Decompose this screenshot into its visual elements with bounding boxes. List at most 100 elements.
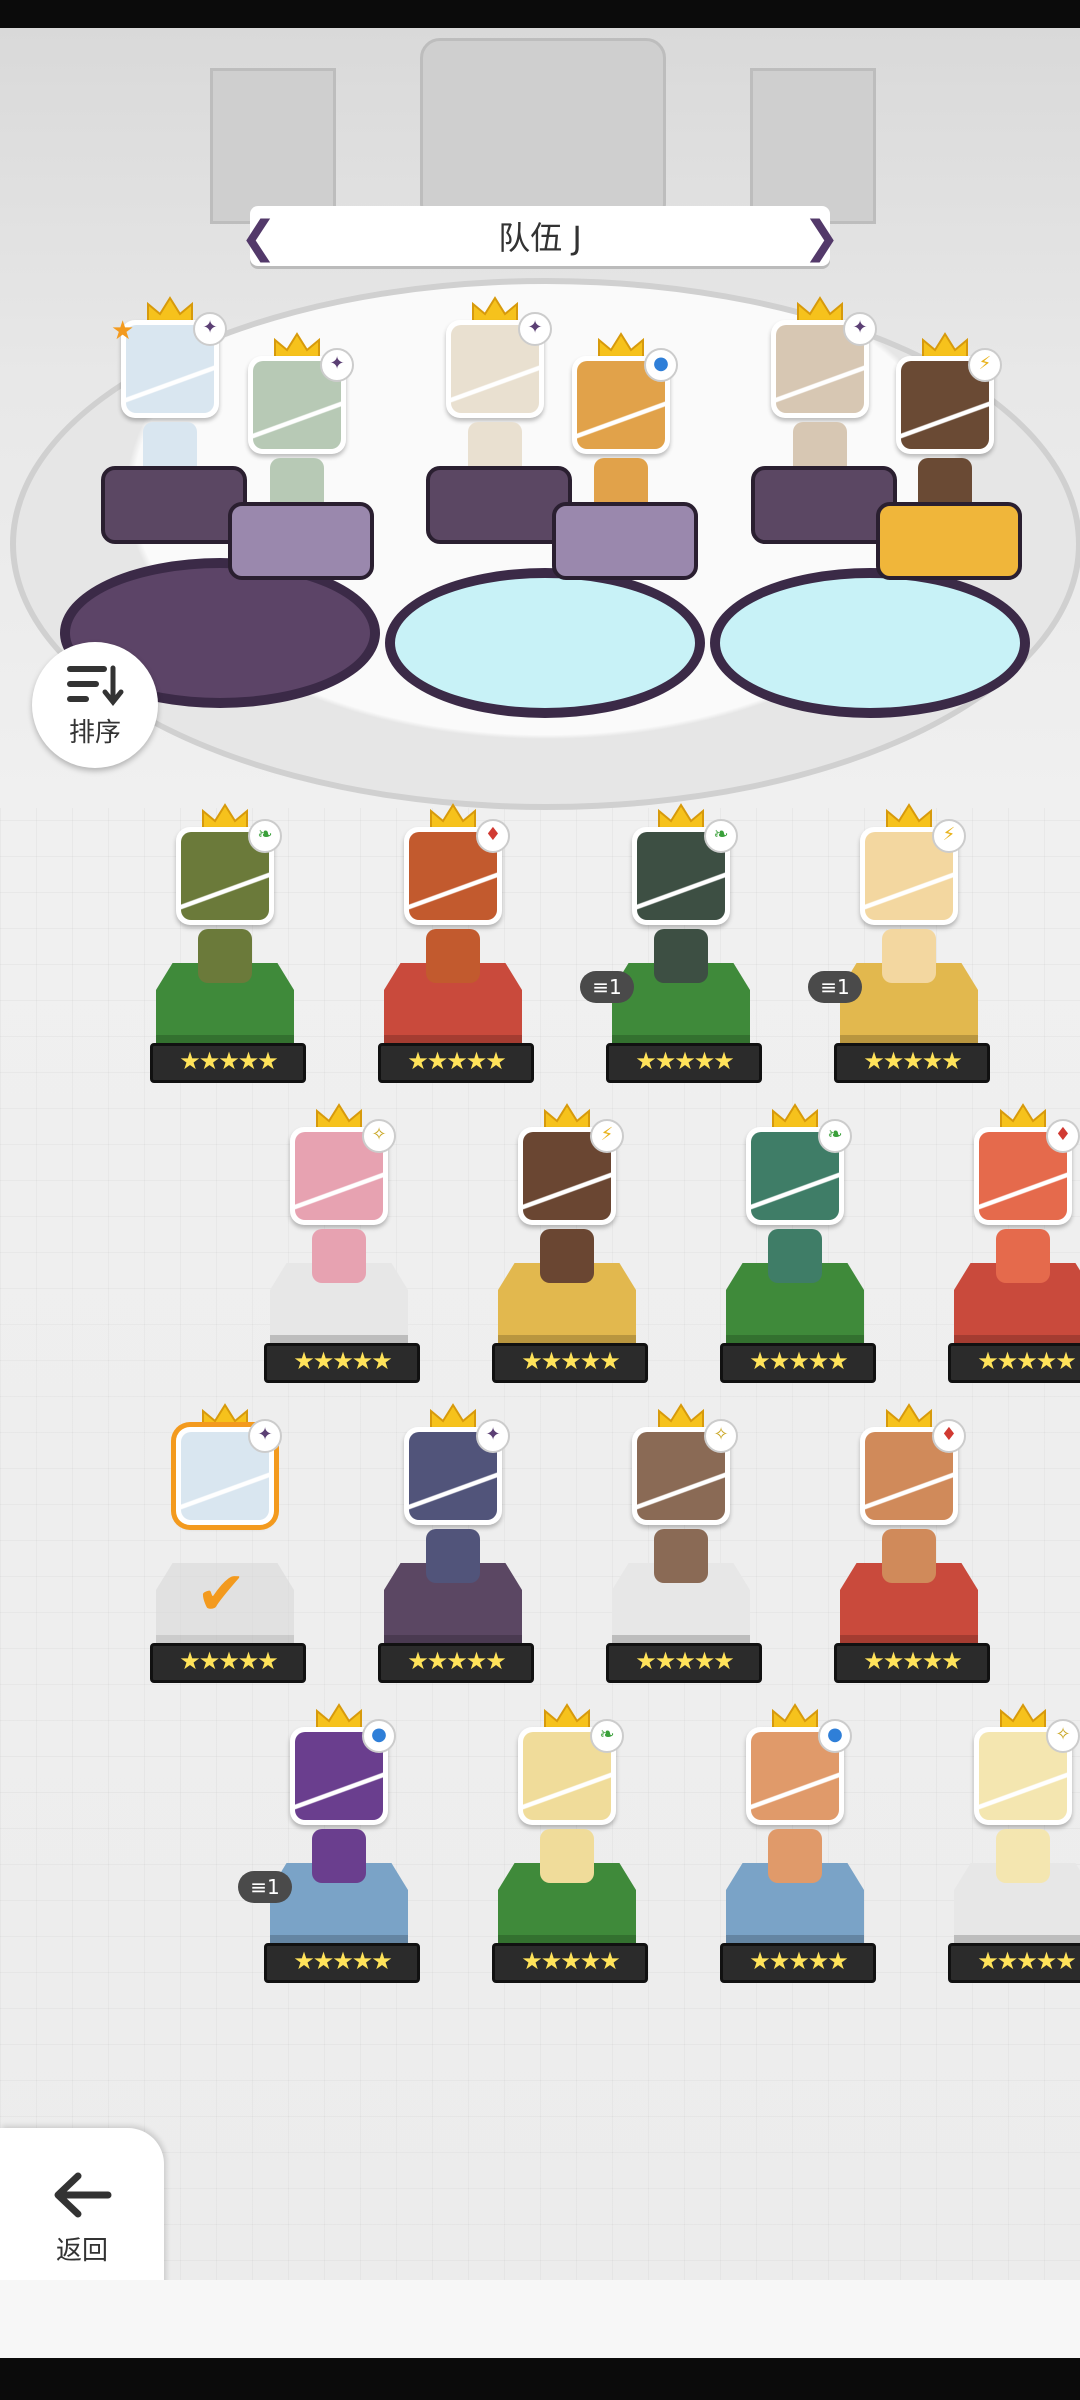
roster-portrait[interactable]: ⚡ xyxy=(860,819,966,925)
star-rating: ★★★★★ xyxy=(264,1943,420,1983)
roster-portrait[interactable]: ✧ xyxy=(974,1719,1080,1825)
roster-portrait[interactable]: ✦ xyxy=(176,1419,282,1525)
star-rating: ★★★★★ xyxy=(606,1643,762,1683)
roster-character[interactable]: ♦ ★★★★★ xyxy=(948,1103,1080,1403)
star-rating: ★★★★★ xyxy=(720,1343,876,1383)
water-element-icon: ● xyxy=(362,1719,396,1753)
star-rating: ★★★★★ xyxy=(492,1943,648,1983)
roster-character[interactable]: ❧ ★★★★★ xyxy=(150,803,306,1103)
chevron-right-icon[interactable]: ❯ xyxy=(803,212,840,263)
checkmark-icon: ✔ xyxy=(196,1559,247,1629)
arena-throne xyxy=(420,38,666,224)
dark-element-icon: ✦ xyxy=(248,1419,282,1453)
roster-portrait[interactable]: ♦ xyxy=(974,1119,1080,1225)
roster-portrait[interactable]: ✧ xyxy=(632,1419,738,1525)
team-member-portrait[interactable]: ● xyxy=(572,348,678,454)
roster-portrait[interactable]: ♦ xyxy=(404,819,510,925)
chevron-left-icon[interactable]: ❮ xyxy=(240,212,277,263)
team-member-portrait[interactable]: ✦ xyxy=(771,312,877,418)
character-sprite xyxy=(540,1229,594,1283)
character-sprite xyxy=(996,1229,1050,1283)
arrow-left-icon xyxy=(54,2172,112,2217)
team-pedestal xyxy=(228,502,374,580)
sort-button[interactable]: 排序 xyxy=(32,642,158,768)
roster-character[interactable]: ✦ ★★★★★ xyxy=(378,1403,534,1703)
team-member-portrait[interactable]: ✦ xyxy=(446,312,552,418)
roster-character[interactable]: ♦ ★★★★★ xyxy=(834,1403,990,1703)
roster-portrait[interactable]: ● xyxy=(290,1719,396,1825)
character-sprite xyxy=(768,1829,822,1883)
roster-portrait[interactable]: ♦ xyxy=(860,1419,966,1525)
fire-element-icon: ♦ xyxy=(932,1419,966,1453)
character-sprite xyxy=(654,929,708,983)
leader-star-icon: ★ xyxy=(111,316,135,346)
character-sprite xyxy=(312,1229,366,1283)
roster-portrait[interactable]: ✦ xyxy=(404,1419,510,1525)
team-pedestal xyxy=(876,502,1022,580)
roster-character[interactable]: ❧ ★★★★★ xyxy=(492,1703,648,2003)
arena-pillar-left xyxy=(210,68,336,224)
roster-portrait[interactable]: ✧ xyxy=(290,1119,396,1225)
team-member-portrait[interactable]: ⚡ xyxy=(896,348,1002,454)
roster-character[interactable]: ● ★★★★★ xyxy=(720,1703,876,2003)
star-rating: ★★★★★ xyxy=(834,1643,990,1683)
roster-portrait[interactable]: ❧ xyxy=(176,819,282,925)
team-pedestal xyxy=(552,502,698,580)
roster-character[interactable]: ❧ ★★★★★ xyxy=(720,1103,876,1403)
team-title: 队伍 J xyxy=(498,219,582,257)
star-rating: ★★★★★ xyxy=(150,1043,306,1083)
wind-element-icon: ❧ xyxy=(590,1719,624,1753)
dark-element-icon: ✦ xyxy=(320,348,354,382)
star-rating: ★★★★★ xyxy=(264,1343,420,1383)
star-rating: ★★★★★ xyxy=(606,1043,762,1083)
duplicate-count-badge: ≡1 xyxy=(238,1871,292,1903)
fire-element-icon: ♦ xyxy=(476,819,510,853)
roster-character[interactable]: ⚡ ★★★★★ ≡1 xyxy=(808,803,990,1103)
bottom-bar xyxy=(0,2280,1080,2358)
roster-portrait[interactable]: ❧ xyxy=(518,1719,624,1825)
wind-element-icon: ❧ xyxy=(818,1119,852,1153)
star-rating: ★★★★★ xyxy=(834,1043,990,1083)
roster-portrait[interactable]: ⚡ xyxy=(518,1119,624,1225)
character-sprite xyxy=(426,929,480,983)
duplicate-count-badge: ≡1 xyxy=(580,971,634,1003)
character-sprite xyxy=(654,1529,708,1583)
character-sprite xyxy=(312,1829,366,1883)
roster-character[interactable]: ✧ ★★★★★ xyxy=(948,1703,1080,2003)
roster-portrait[interactable]: ● xyxy=(746,1719,852,1825)
roster-character[interactable]: ✧ ★★★★★ xyxy=(264,1103,420,1403)
team-member-portrait[interactable]: ✦ xyxy=(248,348,354,454)
light-element-icon: ✧ xyxy=(362,1119,396,1153)
sort-label: 排序 xyxy=(68,717,121,748)
water-element-icon: ● xyxy=(644,348,678,382)
roster-portrait[interactable]: ❧ xyxy=(746,1119,852,1225)
roster-character[interactable]: ⚡ ★★★★★ xyxy=(492,1103,648,1403)
wind-element-icon: ❧ xyxy=(248,819,282,853)
dark-element-icon: ✦ xyxy=(476,1419,510,1453)
duplicate-count-badge: ≡1 xyxy=(808,971,862,1003)
character-sprite xyxy=(426,1529,480,1583)
roster-character[interactable]: ♦ ★★★★★ xyxy=(378,803,534,1103)
roster-character[interactable]: ● ★★★★★ ≡1 xyxy=(238,1703,420,2003)
star-rating: ★★★★★ xyxy=(720,1943,876,1983)
character-sprite xyxy=(882,1529,936,1583)
character-sprite xyxy=(198,929,252,983)
team-member-portrait[interactable]: ✦ xyxy=(121,312,227,418)
character-sprite xyxy=(996,1829,1050,1883)
roster-character[interactable]: ✧ ★★★★★ xyxy=(606,1403,762,1703)
thunder-element-icon: ⚡ xyxy=(932,819,966,853)
team-member-6[interactable]: ⚡ xyxy=(870,332,1022,632)
team-member-4[interactable]: ● xyxy=(546,332,698,632)
star-rating: ★★★★★ xyxy=(378,1043,534,1083)
roster-character[interactable]: ❧ ★★★★★ ≡1 xyxy=(580,803,762,1103)
character-sprite xyxy=(540,1829,594,1883)
roster-character[interactable]: ✦ ✔ ★★★★★ xyxy=(150,1403,306,1703)
roster-portrait[interactable]: ❧ xyxy=(632,819,738,925)
thunder-element-icon: ⚡ xyxy=(590,1119,624,1153)
sort-icon xyxy=(67,665,124,706)
fire-element-icon: ♦ xyxy=(1046,1119,1080,1153)
game-screen: ❮ 队伍 J ❯ ✦ ★ ✦ ✦ ● ✦ ⚡ ❧ ★★★★★ ♦ ★★★★★ ❧ ★★★★★ ≡1 ⚡ ★★… xyxy=(0,28,1080,2358)
team-member-2[interactable]: ✦ xyxy=(222,332,374,632)
star-rating: ★★★★★ xyxy=(378,1643,534,1683)
thunder-element-icon: ⚡ xyxy=(968,348,1002,382)
